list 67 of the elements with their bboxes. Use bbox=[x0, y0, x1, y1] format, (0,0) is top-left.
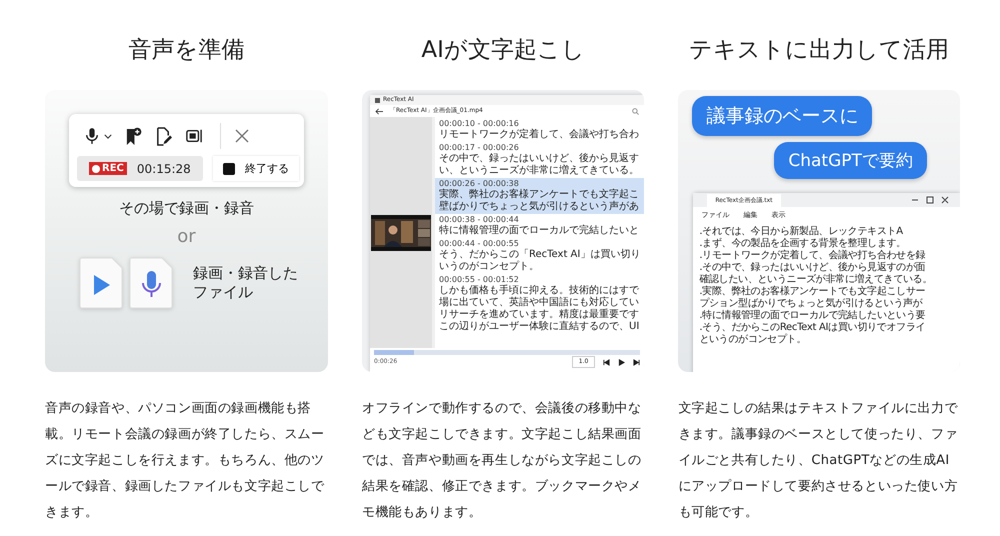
timestamp: 00:00:38 - 00:00:44 bbox=[439, 215, 520, 224]
search-icon[interactable] bbox=[632, 108, 640, 114]
transcript-line: その中で、録ったはいいけど、後から見返す bbox=[439, 153, 640, 164]
text-line: .その中で、録ったはいいけど、後から見返すのが面 bbox=[699, 262, 926, 274]
text-line: .実際、弊社のお客様アンケートでも文字起こしサー bbox=[699, 286, 926, 298]
audio-file-icon bbox=[129, 257, 173, 309]
screen-capture-icon[interactable] bbox=[185, 128, 203, 144]
file-caption: ファイル bbox=[193, 283, 254, 302]
text-line: .そう、だからこのRecText AIは買い切りでオフライ bbox=[699, 322, 926, 334]
stop-icon bbox=[222, 162, 235, 174]
timestamp: 00:00:17 - 00:00:26 bbox=[439, 143, 520, 152]
transcript-line: 場に出ていて、英語や中国語にも対応してい bbox=[439, 297, 640, 308]
transcript-line: 壁ばかりでちょっと気が引けるという声があ bbox=[439, 201, 640, 213]
transcript-line: そう、だからこの「RecText AI」は買い切り bbox=[439, 249, 640, 260]
transcript-line: しかも価格も手頃に抑える。技術的にはすで bbox=[439, 285, 640, 296]
transcript-segment[interactable]: 00:00:10 - 00:00:16 リモートワークが定着して、会議や打ち合わ bbox=[435, 118, 644, 142]
section-heading: テキストに出力して活用 bbox=[688, 36, 950, 65]
video-file-icon bbox=[79, 257, 123, 309]
timestamp: 00:00:55 - 00:01:52 bbox=[439, 275, 520, 284]
transcript-line: リモートワークが定着して、会議や打ち合わ bbox=[439, 129, 640, 141]
description: オフラインで動作するので、会議後の移動中なども文字起こしできます。文字起こし結果画面では、音声や動画を再生しながら文字起こしの結果を確認、修正できます。ブックマークやメモ機能もあります。 bbox=[362, 400, 642, 522]
stop-button[interactable]: 終了する bbox=[212, 156, 299, 181]
bookmark-plus-icon[interactable] bbox=[125, 126, 142, 146]
timeline-track[interactable] bbox=[374, 350, 640, 355]
text-line: .それでは、今日から新製品、レックテキストA bbox=[699, 226, 904, 238]
transcript-line: 特に情報管理の面でローカルで完結したいと bbox=[439, 225, 640, 237]
text-line: 確認したい、というニーズが非常に増えてきている。 bbox=[699, 274, 934, 286]
description: 音声の録音や、パソコン画面の録画機能も搭載。リモート会議の録画が終了したら、スムーズに文字起こしを行えます。もちろん、他のツールで録音、録画したファイルも文字起こしできます。 bbox=[45, 400, 326, 522]
text-line: .まず、今の製品を企画する背景を整理します。 bbox=[699, 238, 907, 250]
section-heading: AIが文字起こし bbox=[420, 36, 586, 65]
transcript-line: い、というニーズが非常に増えてきている。 bbox=[439, 165, 640, 177]
text-line: というのがコンセプト。 bbox=[699, 334, 808, 346]
timestamp: 00:00:26 - 00:00:38 bbox=[439, 179, 520, 188]
file-caption: 録画・録音した bbox=[193, 264, 298, 283]
timestamp: 00:00:10 - 00:00:16 bbox=[439, 119, 520, 128]
transcript-segment[interactable]: 00:00:55 - 00:01:52 しかも価格も手頃に抑える。技術的にはすで 場に出ていて、英語や中国語にも対応してい リサーチを進めています。精度は最重要です この辺りがユーザー体験に直結するので、UI bbox=[435, 274, 644, 334]
microphone-icon[interactable] bbox=[85, 127, 99, 145]
caption: その場で録画・録音 bbox=[118, 199, 255, 218]
transcript-line: 実際、弊社のお客様アンケートでも文字起こ bbox=[439, 189, 640, 200]
edit-document-icon[interactable] bbox=[155, 126, 172, 146]
app-icon bbox=[375, 98, 380, 102]
section-heading: 音声を準備 bbox=[128, 36, 246, 65]
transcript-segment[interactable]: 00:00:17 - 00:00:26 その中で、録ったはいいけど、後から見返す い、というニーズが非常に増えてきている。 bbox=[435, 142, 644, 178]
window-controls-icon[interactable] bbox=[910, 196, 950, 204]
caret-icon[interactable] bbox=[104, 134, 112, 138]
timestamp: 00:00:44 - 00:00:55 bbox=[439, 239, 520, 249]
or-label: or bbox=[176, 226, 197, 247]
skip-forward-icon[interactable] bbox=[633, 358, 640, 366]
transcript-segment[interactable]: 00:00:44 - 00:00:55 そう、だからこの「RecText AI」は買い切り いうのがコンセプト。 bbox=[435, 238, 644, 274]
transcript-segment[interactable]: 00:00:38 - 00:00:44 特に情報管理の面でローカルで完結したいと bbox=[435, 214, 644, 238]
text-line: プション型ばかりでちょっと気が引けるという声が bbox=[699, 298, 924, 310]
text-line: .特に情報管理の面でローカルで完結したいという要 bbox=[699, 310, 926, 322]
close-icon[interactable] bbox=[234, 128, 250, 144]
back-arrow-icon[interactable] bbox=[375, 108, 384, 114]
description: 文字起こしの結果はテキストファイルに出力できます。議事録のベースとして使ったり、ファイルごと共有したり、ChatGPTなどの生成AIにアップロードして要約させるといった使い方も可能です。 bbox=[678, 400, 959, 522]
speech-bubble: 議事録のベースに bbox=[692, 96, 872, 136]
elapsed-time: 00:15:28 bbox=[136, 162, 191, 176]
rec-label: REC bbox=[102, 163, 124, 174]
transcript-line: リサーチを進めています。精度は最重要です bbox=[439, 309, 640, 320]
text-line: .リモートワークが定着して、会議や打ち合わせを録 bbox=[699, 250, 926, 262]
transcript-line: この辺りがユーザー体験に直結するので、UI bbox=[439, 321, 640, 333]
play-icon[interactable] bbox=[618, 358, 626, 366]
speech-bubble: ChatGPTで要約 bbox=[774, 142, 927, 179]
transcript-line: いうのがコンセプト。 bbox=[439, 261, 540, 273]
transcript-segment[interactable]: 00:00:26 - 00:00:38 実際、弊社のお客様アンケートでも文字起こ 壁ばかりでちょっと気が引けるという声があ bbox=[435, 178, 644, 214]
record-dot-icon bbox=[92, 164, 100, 172]
skip-back-icon[interactable] bbox=[603, 358, 610, 366]
